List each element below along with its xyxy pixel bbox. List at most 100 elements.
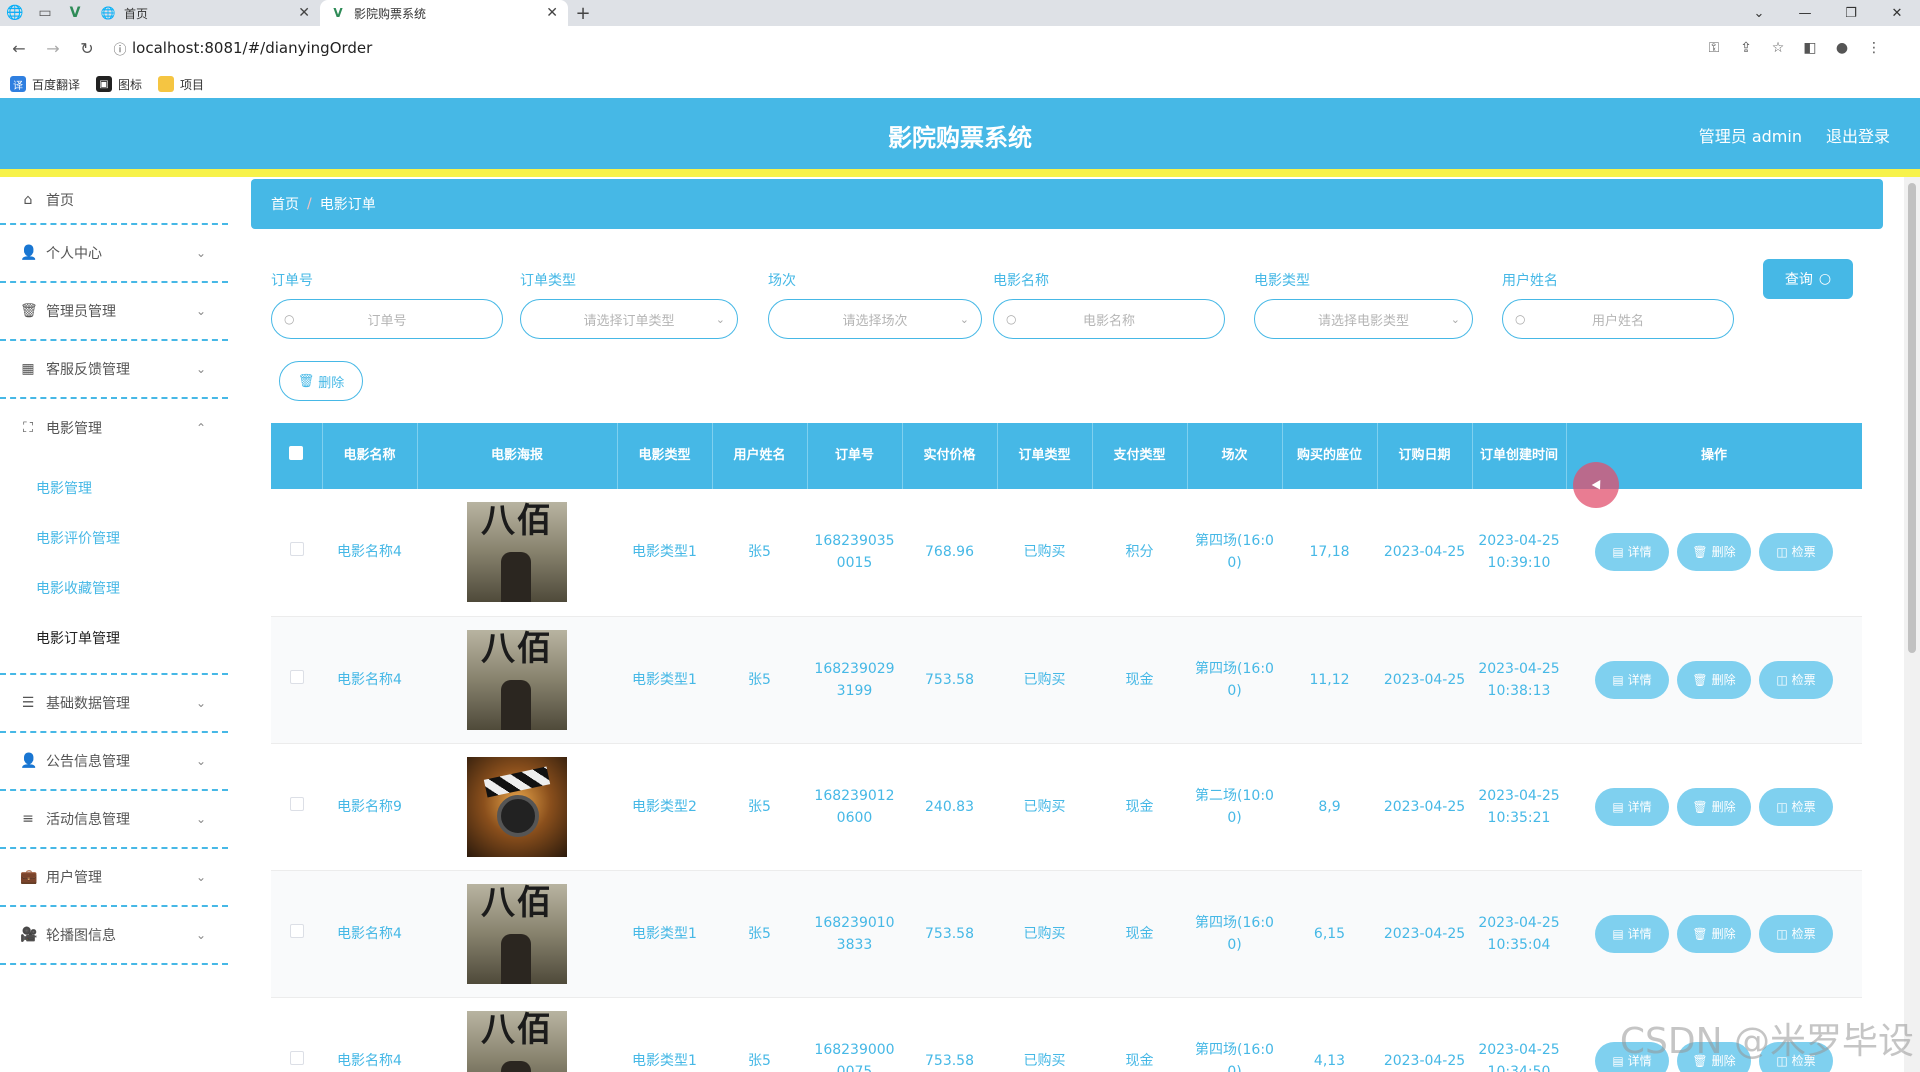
check-ticket-button[interactable]: ◫ 检票: [1759, 533, 1833, 572]
column-header[interactable]: 电影名称: [322, 423, 418, 489]
column-header[interactable]: 支付类型: [1092, 423, 1188, 489]
image-icon: ▣: [96, 76, 113, 92]
cell-session: 第四场(16:00): [1187, 616, 1282, 744]
sidebar-subitem-movie-manage[interactable]: 电影管理: [0, 463, 228, 513]
delete-button[interactable]: 🗑 删除: [1677, 787, 1751, 826]
column-header[interactable]: 电影类型: [617, 423, 713, 489]
close-icon[interactable]: ✕: [298, 5, 310, 21]
movie-type-select[interactable]: 请选择电影类型 ⌄: [1254, 299, 1473, 339]
minimize-icon[interactable]: —: [1782, 0, 1828, 26]
poster-figure-shape: [501, 552, 531, 603]
pinned-tab-vue-icon[interactable]: V: [60, 0, 90, 26]
movie-poster-image[interactable]: 八佰: [467, 1010, 567, 1072]
close-icon[interactable]: ✕: [546, 5, 558, 21]
tab-search-icon[interactable]: ⌄: [1736, 0, 1782, 26]
sidebar-item-profile[interactable]: 👤 个人中心 ⌄: [0, 225, 228, 283]
sidebar-subitem-movie-order[interactable]: 电影订单管理: [0, 613, 228, 663]
sidepanel-icon[interactable]: ◧: [1794, 33, 1826, 63]
sidebar-item-basic-data[interactable]: ☰ 基础数据管理 ⌄: [0, 675, 228, 733]
column-header[interactable]: 电影海报: [417, 423, 618, 489]
scrollbar-thumb[interactable]: [1908, 183, 1916, 653]
column-header[interactable]: 订单号: [807, 423, 903, 489]
bookmark-icons[interactable]: ▣ 图标: [96, 76, 142, 93]
movie-name-label: 电影名称: [993, 273, 1049, 289]
delete-button[interactable]: 🗑 删除: [1677, 533, 1751, 572]
column-header[interactable]: 实付价格: [902, 423, 998, 489]
sidebar-subitem-movie-favorite[interactable]: 电影收藏管理: [0, 563, 228, 613]
select-all-checkbox[interactable]: [289, 445, 304, 460]
movie-poster-image[interactable]: 八佰: [467, 629, 567, 730]
row-checkbox[interactable]: [289, 796, 304, 811]
column-header[interactable]: 用户姓名: [712, 423, 808, 489]
close-window-icon[interactable]: ✕: [1874, 0, 1920, 26]
restore-icon[interactable]: ❐: [1828, 0, 1874, 26]
check-ticket-button[interactable]: ◫ 检票: [1759, 787, 1833, 826]
column-header[interactable]: 订购日期: [1377, 423, 1473, 489]
delete-button[interactable]: 🗑 删除: [1677, 914, 1751, 953]
check-ticket-button[interactable]: ◫ 检票: [1759, 914, 1833, 953]
page-scrollbar[interactable]: [1904, 177, 1920, 1072]
movie-poster-image[interactable]: [467, 756, 567, 857]
column-header[interactable]: 场次: [1187, 423, 1283, 489]
order-no-label: 订单号: [271, 273, 313, 289]
url-bar[interactable]: ⓘ localhost:8081/#/dianyingOrder: [108, 33, 1688, 63]
row-checkbox[interactable]: [289, 669, 304, 684]
sidebar-item-activity[interactable]: ≡ 活动信息管理 ⌄: [0, 791, 228, 849]
batch-delete-button[interactable]: 🗑 删除: [279, 361, 363, 401]
row-checkbox[interactable]: [289, 1050, 304, 1065]
profile-icon[interactable]: ●: [1826, 33, 1858, 63]
check-ticket-button[interactable]: ◫ 检票: [1759, 660, 1833, 699]
key-icon[interactable]: ⚿: [1698, 33, 1730, 63]
sidebar-item-users[interactable]: 💼 用户管理 ⌄: [0, 849, 228, 907]
delete-button[interactable]: 🗑 删除: [1677, 660, 1751, 699]
reload-icon[interactable]: ↻: [72, 33, 102, 63]
movie-poster-image[interactable]: 八佰: [467, 883, 567, 984]
star-icon[interactable]: ☆: [1762, 33, 1794, 63]
pinned-tab-blank-icon[interactable]: ▭: [30, 0, 60, 26]
back-icon[interactable]: ←: [4, 33, 34, 63]
detail-button[interactable]: ▤ 详情: [1595, 914, 1669, 953]
order-type-select[interactable]: 请选择订单类型 ⌄: [520, 299, 738, 339]
sidebar-item-notice[interactable]: 👤 公告信息管理 ⌄: [0, 733, 228, 791]
sidebar-item-movies[interactable]: ⛶ 电影管理 ⌃: [0, 399, 228, 457]
bookmark-project[interactable]: 项目: [158, 76, 204, 93]
bookmark-baidu-translate[interactable]: 译 百度翻译: [10, 76, 80, 93]
detail-button[interactable]: ▤ 详情: [1595, 660, 1669, 699]
browser-tab-cinema[interactable]: V 影院购票系统 ✕: [320, 0, 568, 26]
cell-pay: 现金: [1092, 997, 1187, 1072]
cell-seats: 4,13: [1282, 997, 1377, 1072]
menu-icon[interactable]: ⋮: [1858, 33, 1890, 63]
user-name-input[interactable]: ○ 用户姓名: [1502, 299, 1734, 339]
cell-pay: 现金: [1092, 870, 1187, 998]
column-header[interactable]: 订单类型: [997, 423, 1093, 489]
query-button[interactable]: 查询 ○: [1763, 259, 1853, 299]
movie-poster-image[interactable]: 八佰: [467, 502, 567, 603]
list-icon: ≡: [22, 811, 34, 827]
new-tab-button[interactable]: +: [568, 0, 598, 26]
sidebar-subitem-movie-review[interactable]: 电影评价管理: [0, 513, 228, 563]
detail-button[interactable]: ▤ 详情: [1595, 787, 1669, 826]
movie-name-input[interactable]: ○ 电影名称: [993, 299, 1225, 339]
sidebar-item-carousel[interactable]: 🎥 轮播图信息 ⌄: [0, 907, 228, 965]
session-select[interactable]: 请选择场次 ⌄: [768, 299, 982, 339]
row-checkbox[interactable]: [289, 923, 304, 938]
row-checkbox[interactable]: [289, 542, 304, 557]
cell-otype: 已购买: [997, 743, 1092, 871]
forward-icon[interactable]: →: [38, 33, 68, 63]
chevron-down-icon: ⌄: [1450, 312, 1460, 326]
column-header[interactable]: 购买的座位: [1282, 423, 1378, 489]
document-icon: ▤: [1612, 545, 1624, 560]
pinned-tab-globe-icon[interactable]: 🌐: [0, 0, 30, 26]
share-icon[interactable]: ⇪: [1730, 33, 1762, 63]
order-no-input[interactable]: ○ 订单号: [271, 299, 503, 339]
browser-tab-home[interactable]: 🌐 首页 ✕: [90, 0, 320, 26]
cell-price: 753.58: [902, 997, 997, 1072]
sidebar-item-feedback[interactable]: ▦ 客服反馈管理 ⌄: [0, 341, 228, 399]
breadcrumb-home[interactable]: 首页: [271, 194, 299, 214]
column-header[interactable]: 订单创建时间: [1472, 423, 1567, 489]
site-info-icon[interactable]: ⓘ: [108, 39, 132, 58]
detail-button[interactable]: ▤ 详情: [1595, 533, 1669, 572]
logout-link[interactable]: 退出登录: [1826, 123, 1890, 147]
sidebar-item-home[interactable]: ⌂ 首页: [0, 177, 228, 225]
sidebar-item-admin[interactable]: 🗑 管理员管理 ⌄: [0, 283, 228, 341]
